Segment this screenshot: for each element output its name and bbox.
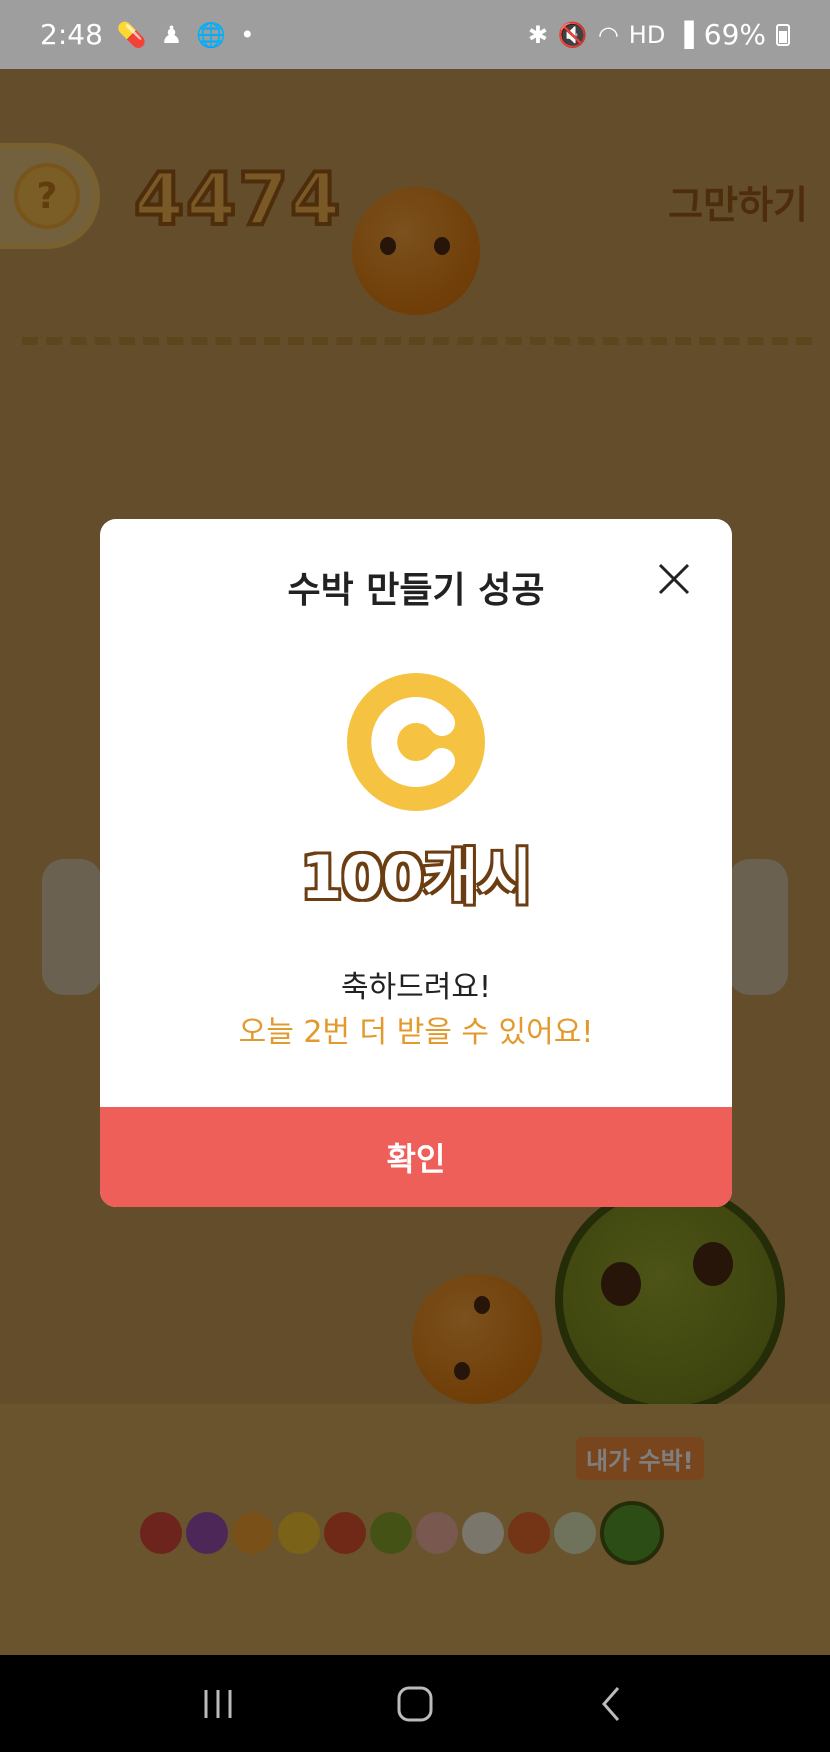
dot-icon: • — [240, 20, 255, 49]
confirm-button[interactable]: 확인 — [100, 1107, 732, 1207]
back-button[interactable] — [582, 1674, 642, 1734]
bluetooth-icon: ✱ — [527, 20, 548, 49]
dialog-title: 수박 만들기 성공 — [287, 570, 545, 611]
status-time: 2:48 — [40, 18, 103, 51]
cash-coin-icon — [347, 673, 485, 811]
person-icon: ♟ — [160, 20, 183, 49]
globe-icon: 🌐 — [196, 20, 227, 49]
wifi-icon: ◠ — [597, 20, 619, 49]
recent-apps-icon — [204, 1689, 232, 1718]
home-icon — [397, 1686, 433, 1721]
signal-icon: ▐ — [675, 20, 694, 49]
back-icon — [601, 1686, 619, 1721]
battery-percent: 69% — [703, 18, 766, 51]
battery-icon — [776, 23, 790, 46]
status-bar: 2:48 💊 ♟ 🌐 • ✱ 🔇 ◠ HD ▐ 69% — [0, 0, 830, 69]
pill-icon: 💊 — [116, 20, 147, 49]
system-nav-bar — [0, 1655, 830, 1752]
close-button[interactable] — [654, 559, 694, 599]
home-button[interactable] — [385, 1674, 445, 1734]
reward-dialog: 수박 만들기 성공 100캐시 축하드려요! 오늘 2번 더 받을 수 있어요!… — [100, 519, 732, 1207]
reward-amount: 100캐시 — [299, 842, 534, 915]
mute-icon: 🔇 — [557, 20, 588, 49]
congrats-text: 축하드려요! — [340, 970, 492, 1005]
hd-icon: HD — [628, 20, 666, 49]
close-icon — [658, 563, 690, 595]
recent-apps-button[interactable] — [188, 1674, 248, 1734]
remaining-count-text: 오늘 2번 더 받을 수 있어요! — [238, 1015, 594, 1050]
